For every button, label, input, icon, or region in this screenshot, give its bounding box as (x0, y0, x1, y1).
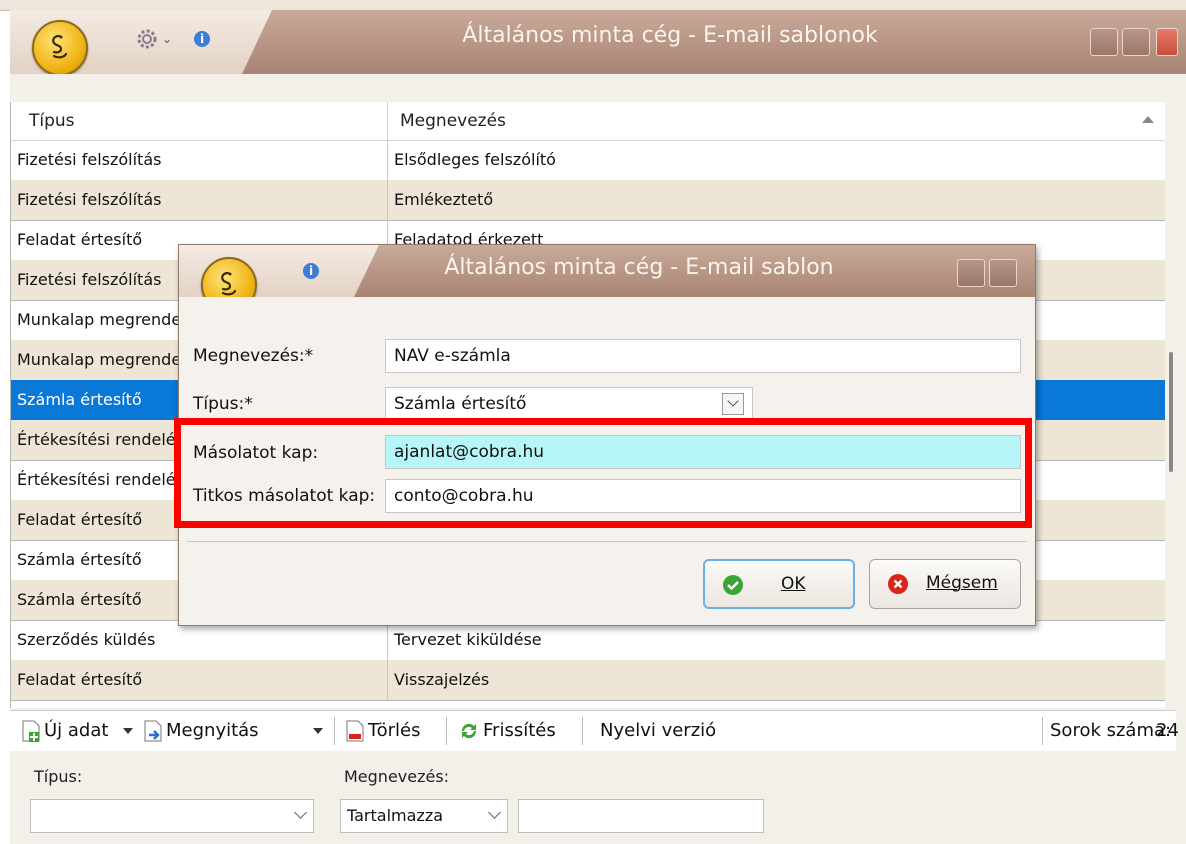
table-row[interactable]: Feladat értesítő Visszajelzés (11, 660, 1166, 701)
open-doc-icon (144, 720, 162, 742)
table-row[interactable]: Fizetési felszólítás Elsődleges felszólít… (11, 140, 1166, 181)
row-name-cell: Tervezet kiküldése (387, 620, 1154, 660)
type-field-label: Típus:* (193, 394, 253, 414)
main-title-bar[interactable]: ⌄ i Általános minta cég - E-mail sablono… (10, 10, 1186, 76)
toolbar-separator (1042, 717, 1043, 745)
row-name-cell: Emlékeztető (387, 180, 1154, 220)
row-count-value: 24 (1156, 720, 1179, 741)
scrollbar-thumb[interactable] (1169, 352, 1173, 472)
row-count-label: Sorok száma: (1050, 720, 1172, 741)
type-select-value: Számla értesítő (394, 394, 527, 414)
row-type-cell: Fizetési felszólítás (17, 150, 162, 169)
new-doc-icon (22, 720, 40, 742)
highlight-box (174, 418, 1032, 528)
table-row[interactable]: Szerződés küldés Tervezet kiküldése (11, 620, 1166, 661)
open-button[interactable]: Megnyitás (166, 711, 259, 751)
minimize-icon[interactable] (1090, 28, 1118, 56)
toolbar-separator (446, 717, 447, 745)
chevron-down-icon (488, 806, 501, 819)
bottom-toolbar: Új adat Megnyitás Törlés Frissítés Nyelv… (10, 710, 1179, 752)
column-header-name[interactable]: Megnevezés (387, 102, 1160, 140)
filter-name-mode-value: Tartalmazza (347, 806, 444, 825)
name-field-label: Megnevezés:* (193, 346, 314, 366)
type-select[interactable]: Számla értesítő (385, 387, 753, 421)
chevron-down-icon (294, 806, 307, 819)
grid-scrollbar[interactable] (1165, 102, 1176, 708)
ok-button[interactable]: OK (703, 559, 855, 609)
cancel-button-label: Mégsem (926, 573, 998, 593)
info-icon[interactable]: i (303, 263, 319, 279)
filter-type-select[interactable] (30, 799, 314, 833)
name-field[interactable]: NAV e-számla (385, 339, 1021, 373)
new-button[interactable]: Új adat (44, 711, 108, 751)
table-row[interactable]: Fizetési felszólítás Emlékeztető (11, 180, 1166, 221)
open-dropdown-icon[interactable] (313, 728, 323, 734)
maximize-icon[interactable] (989, 259, 1017, 287)
ok-button-label: OK (781, 574, 806, 594)
maximize-icon[interactable] (1122, 28, 1150, 56)
toolbar-separator (582, 717, 583, 745)
row-type-cell: Fizetési felszólítás (17, 190, 162, 209)
toolbar-separator (334, 717, 335, 745)
grid-header: Típus Megnevezés (11, 102, 1166, 141)
delete-button[interactable]: Törlés (368, 711, 421, 751)
dialog-title-bar[interactable]: i Általános minta cég - E-mail sablon (179, 245, 1035, 313)
main-window-title: Általános minta cég - E-mail sablonok (462, 23, 878, 48)
gear-icon[interactable] (134, 26, 160, 52)
cancel-button[interactable]: Mégsem (869, 559, 1021, 609)
filter-name-mode-select[interactable]: Tartalmazza (340, 799, 508, 833)
row-name-cell: Visszajelzés (387, 660, 1154, 700)
row-type-cell: Szerződés küldés (17, 630, 156, 649)
ok-check-icon (723, 575, 743, 595)
dialog-title: Általános minta cég - E-mail sablon (444, 255, 834, 280)
filter-name-label: Megnevezés: (344, 767, 450, 786)
chevron-down-icon[interactable] (722, 393, 744, 415)
refresh-icon (461, 723, 477, 739)
row-name-cell: Elsődleges felszólító (387, 140, 1154, 180)
refresh-button[interactable]: Frissítés (483, 711, 556, 751)
delete-doc-icon (346, 720, 364, 742)
sort-ascending-icon (1142, 116, 1154, 123)
close-icon[interactable] (1156, 28, 1178, 56)
filter-name-input[interactable] (518, 799, 764, 833)
info-icon[interactable]: i (194, 31, 210, 47)
language-version-button[interactable]: Nyelvi verzió (600, 711, 716, 751)
column-header-type[interactable]: Típus (29, 102, 75, 140)
row-type-cell: Feladat értesítő (17, 670, 143, 689)
gear-dropdown-icon[interactable]: ⌄ (162, 32, 172, 46)
new-dropdown-icon[interactable] (123, 728, 133, 734)
minimize-icon[interactable] (957, 259, 985, 287)
filter-type-label: Típus: (34, 767, 83, 786)
filter-panel: Típus: Megnevezés: Tartalmazza (10, 751, 1176, 844)
cancel-x-icon (888, 574, 908, 594)
dialog-divider (187, 541, 1027, 542)
cobra-logo-icon[interactable] (32, 20, 88, 76)
